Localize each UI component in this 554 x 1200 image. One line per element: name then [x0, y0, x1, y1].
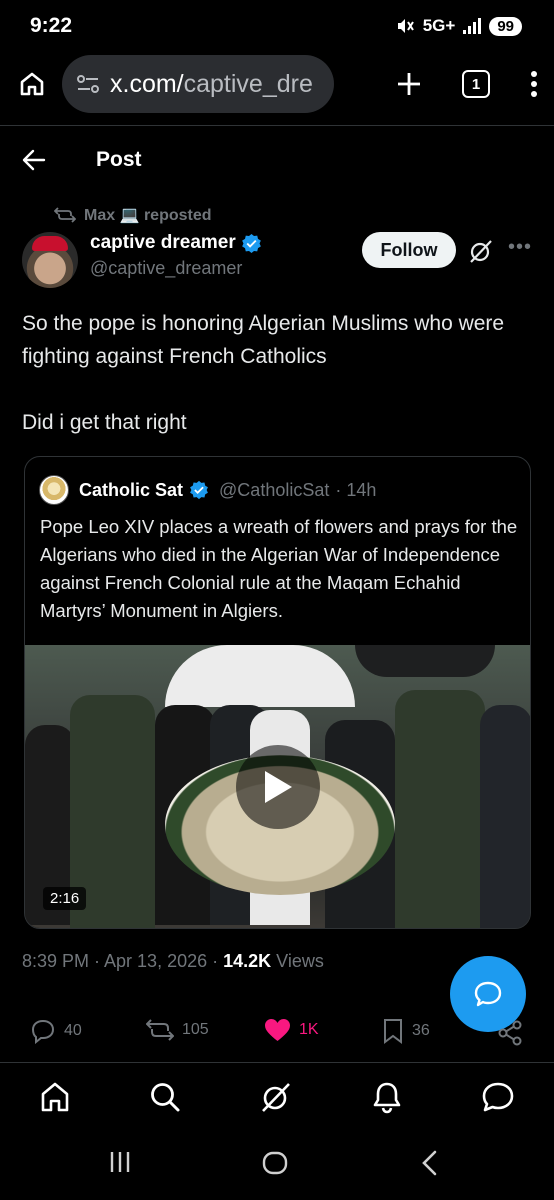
url-path: captive_dre [183, 69, 313, 98]
video-scene-figure [480, 705, 530, 928]
quote-author-name: Catholic Sat [79, 479, 184, 500]
page-title: Post [96, 148, 142, 171]
video-duration: 2:16 [43, 887, 87, 910]
browser-actions: 1 [396, 70, 538, 98]
grok-icon[interactable] [468, 238, 494, 264]
url-bar[interactable]: x.com/captive_dre [62, 55, 334, 113]
url-text: x.com/captive_dre [110, 70, 313, 99]
more-options-icon[interactable]: ••• [508, 236, 532, 259]
nav-search[interactable] [145, 1077, 185, 1117]
status-right: 5G+ 99 [395, 16, 522, 36]
browser-divider [0, 125, 554, 126]
repost-action[interactable]: 105 [146, 1018, 209, 1042]
post-timestamp-views: 8:39 PM · Apr 13, 2026 · 14.2K Views [22, 951, 324, 972]
bookmark-count: 36 [412, 1022, 430, 1039]
back-chevron-icon [422, 1150, 437, 1176]
notifications-icon [373, 1082, 401, 1114]
like-count: 1K [299, 1021, 319, 1038]
author-handle[interactable]: @captive_dreamer [90, 258, 262, 279]
search-icon [151, 1083, 180, 1112]
views-count[interactable]: 14.2K [223, 951, 271, 971]
mute-icon [397, 19, 414, 33]
tweet-text-line2: Did i get that right [22, 411, 187, 434]
recent-apps-icon [110, 1152, 130, 1172]
avatar-hat [32, 236, 68, 251]
back-system-button[interactable] [420, 1150, 440, 1176]
nav-home[interactable] [35, 1077, 75, 1117]
quote-verified-badge-icon [190, 480, 208, 500]
play-button[interactable] [236, 745, 320, 829]
signal-icon [463, 18, 482, 34]
repost-action-icon [146, 1019, 174, 1041]
post-header: Post [0, 138, 554, 182]
home-circle-icon [262, 1151, 288, 1175]
quote-author-handle: @CatholicSat [219, 479, 330, 500]
video-scene-umbrella-dark [355, 645, 495, 677]
site-settings-icon[interactable] [76, 73, 100, 95]
home-icon [41, 1082, 69, 1112]
repost-icon [54, 207, 76, 223]
tweet-body: So the pope is honoring Algerian Muslims… [22, 307, 532, 439]
browser-bar: x.com/captive_dre 1 [0, 52, 554, 116]
back-arrow-icon[interactable] [22, 149, 46, 171]
video-scene-guard-right [395, 690, 485, 928]
reply-icon [31, 1019, 55, 1044]
reply-action[interactable]: 40 [30, 1018, 82, 1044]
bottom-nav [0, 1062, 554, 1130]
follow-button[interactable]: Follow [362, 232, 456, 268]
url-host: x.com/ [110, 69, 184, 98]
reply-count: 40 [64, 1022, 82, 1039]
battery-level: 99 [489, 16, 522, 36]
author-avatar[interactable] [22, 232, 78, 288]
repost-indicator[interactable]: Max 💻 reposted [54, 205, 212, 225]
share-icon [498, 1020, 522, 1046]
bookmark-action[interactable]: 36 [382, 1018, 430, 1044]
quote-time: · 14h [335, 479, 377, 500]
quote-avatar [39, 475, 69, 505]
quote-text: Pope Leo XIV places a wreath of flowers … [40, 516, 518, 621]
verified-badge-icon [241, 233, 261, 253]
nav-grok[interactable] [256, 1077, 296, 1117]
tweet-text-line1: So the pope is honoring Algerian Muslims… [22, 312, 505, 368]
repost-count: 105 [182, 1021, 209, 1038]
system-nav [0, 1130, 554, 1200]
quote-video[interactable]: 2:16 [25, 645, 530, 928]
bookmark-icon [384, 1019, 402, 1044]
browser-home-icon[interactable] [18, 70, 46, 98]
play-icon [265, 771, 292, 803]
views-label: Views [271, 951, 324, 971]
post-timestamp: 8:39 PM · Apr 13, 2026 · [22, 951, 224, 971]
status-time: 9:22 [30, 14, 73, 37]
heart-icon [265, 1019, 290, 1041]
network-label: 5G+ [422, 16, 456, 35]
chat-bubble-icon [474, 981, 502, 1007]
author-name-line: captive dreamer [90, 232, 262, 254]
grok-icon [262, 1083, 290, 1112]
new-tab-icon[interactable] [396, 71, 422, 97]
nav-notifications[interactable] [367, 1077, 407, 1117]
repost-text: Max 💻 reposted [84, 207, 212, 224]
like-action[interactable]: 1K [264, 1018, 319, 1042]
tab-switcher-button[interactable]: 1 [462, 70, 490, 98]
messages-icon [482, 1082, 514, 1112]
share-action[interactable] [497, 1020, 523, 1046]
quoted-post-card[interactable]: Catholic Sat @CatholicSat · 14h Pope Leo… [24, 456, 531, 929]
author-row: captive dreamer @captive_dreamer Follow … [22, 232, 532, 292]
author-names[interactable]: captive dreamer @captive_dreamer [90, 232, 262, 279]
status-bar: 9:22 5G+ 99 [0, 0, 554, 52]
quote-header: Catholic Sat @CatholicSat · 14h [39, 475, 376, 505]
recent-apps-button[interactable] [108, 1150, 132, 1174]
nav-messages[interactable] [478, 1077, 518, 1117]
post-actions: 40 105 1K 36 [0, 1014, 554, 1054]
video-scene-umbrella [165, 645, 355, 707]
author-name[interactable]: captive dreamer [90, 232, 236, 254]
home-system-button[interactable] [262, 1150, 288, 1176]
browser-menu-icon[interactable] [530, 70, 538, 98]
